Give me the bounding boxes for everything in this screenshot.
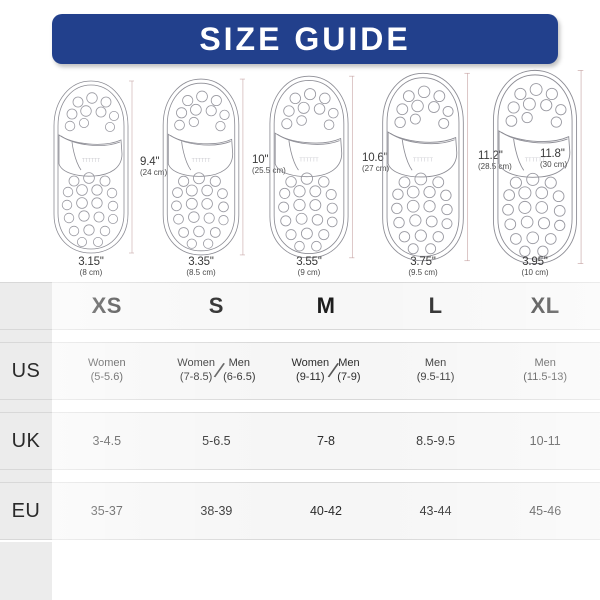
size-header-label: S [208, 293, 224, 318]
cell-eu-l: 43-44 [380, 482, 491, 540]
size-header-label: XS [91, 293, 122, 318]
width-dimension-m: 3.55'' (9 cm) [296, 256, 322, 277]
us-part-right: Men (6-6.5) [223, 357, 256, 383]
width-dimension-xs: 3.15'' (8 cm) [78, 256, 104, 277]
size-header-label: M [316, 293, 336, 318]
cell-uk-m: 7-8 [271, 412, 381, 470]
shoe-figure-xs: TTTTTT 9.4'' (24 cm) 3.15'' (8 cm) [48, 78, 167, 278]
header-corner-cell [0, 282, 52, 330]
table-row-uk: UK 3-4.5 5-6.5 7-8 8.5-9.5 10-11 [0, 412, 600, 470]
size-header-label: L [428, 293, 443, 318]
cell-us-xl: Men (11.5-13) [490, 342, 600, 400]
shoe-figure-l: TTTTTT 11.2'' (28.5 cm) 3.75'' (9.5 cm) [374, 72, 512, 278]
cell-us-l: Men (9.5-11) [380, 342, 491, 400]
cell-us-s: Women (7-8.5) / Men (6-6.5) [161, 342, 272, 400]
row-label-us: US [0, 342, 52, 400]
cell-eu-s: 38-39 [161, 482, 272, 540]
size-header-l: L [380, 282, 491, 330]
cell-eu-xs: 35-37 [52, 482, 162, 540]
length-dimension-xl-text: 11.8'' (30 cm) [540, 148, 568, 169]
cell-uk-s: 5-6.5 [161, 412, 272, 470]
cell-uk-l: 8.5-9.5 [380, 412, 491, 470]
width-dimension-xl: 3.95'' (10 cm) [521, 256, 549, 277]
table-header-row: XS S M L XL [0, 282, 600, 330]
size-guide-banner: SIZE GUIDE [52, 14, 558, 64]
size-header-m: M [271, 282, 381, 330]
svg-text:TTTTTT: TTTTTT [299, 158, 319, 164]
cell-uk-xs: 3-4.5 [52, 412, 162, 470]
table-spacer-row [0, 469, 600, 483]
shoe-figure-m: TTTTTT 10.6'' (27 cm) 3.55'' (9 cm) [262, 75, 389, 278]
slipper-icon-xs: TTTTTT [53, 80, 134, 254]
size-header-label: XL [530, 293, 560, 318]
row-label-uk: UK [0, 412, 52, 470]
cell-eu-m: 40-42 [271, 482, 381, 540]
svg-text:TTTTTT: TTTTTT [413, 158, 434, 164]
table-spacer-row [0, 399, 600, 413]
table-left-column-footer [0, 542, 52, 600]
shoe-illustration-strip: TTTTTT 9.4'' (24 cm) 3.15'' (8 cm) TTTTT… [0, 69, 600, 278]
table-row-us: US Women (5-5.6) Women (7-8.5) / Men (6-… [0, 342, 600, 400]
row-label-eu: EU [0, 482, 52, 540]
table-row-eu: EU 35-37 38-39 40-42 43-44 45-46 [0, 482, 600, 540]
shoe-figure-xl: TTTTTT 3.95'' (10 cm) [484, 69, 600, 278]
svg-text:TTTTTT: TTTTTT [192, 158, 211, 164]
table-spacer-row [0, 329, 600, 343]
shoe-figure-s: TTTTTT 10'' (25.5 cm) 3.35'' (8.5 cm) [156, 78, 286, 278]
cell-eu-xl: 45-46 [490, 482, 600, 540]
cell-us-xs: Women (5-5.6) [52, 342, 162, 400]
size-header-xl: XL [490, 282, 600, 330]
width-dimension-l: 3.75'' (9.5 cm) [408, 256, 438, 277]
banner-pill: SIZE GUIDE [52, 14, 558, 64]
us-part-left: Women (7-8.5) [177, 357, 215, 383]
size-chart-table: XS S M L XL US Women (5-5.6) Women (7-8.… [0, 282, 600, 540]
cell-us-m: Women (9-11) / Men (7-9) [271, 342, 381, 400]
svg-text:TTTTTT: TTTTTT [82, 158, 100, 164]
us-part-left: Men (11.5-13) [523, 357, 568, 383]
us-part-left: Women (5-5.6) [87, 357, 126, 383]
slipper-icon-l: TTTTTT [382, 72, 470, 262]
slipper-icon-m: TTTTTT [269, 75, 355, 259]
page-title: SIZE GUIDE [199, 21, 411, 57]
size-header-s: S [161, 282, 272, 330]
us-part-left: Men (9.5-11) [416, 357, 455, 383]
width-dimension-s: 3.35'' (8.5 cm) [186, 256, 216, 277]
slipper-icon-xl: TTTTTT [492, 69, 584, 265]
slipper-icon-s: TTTTTT [162, 78, 245, 256]
size-header-xs: XS [52, 282, 162, 330]
us-part-left: Women (9-11) [291, 357, 330, 383]
cell-uk-xl: 10-11 [490, 412, 600, 470]
